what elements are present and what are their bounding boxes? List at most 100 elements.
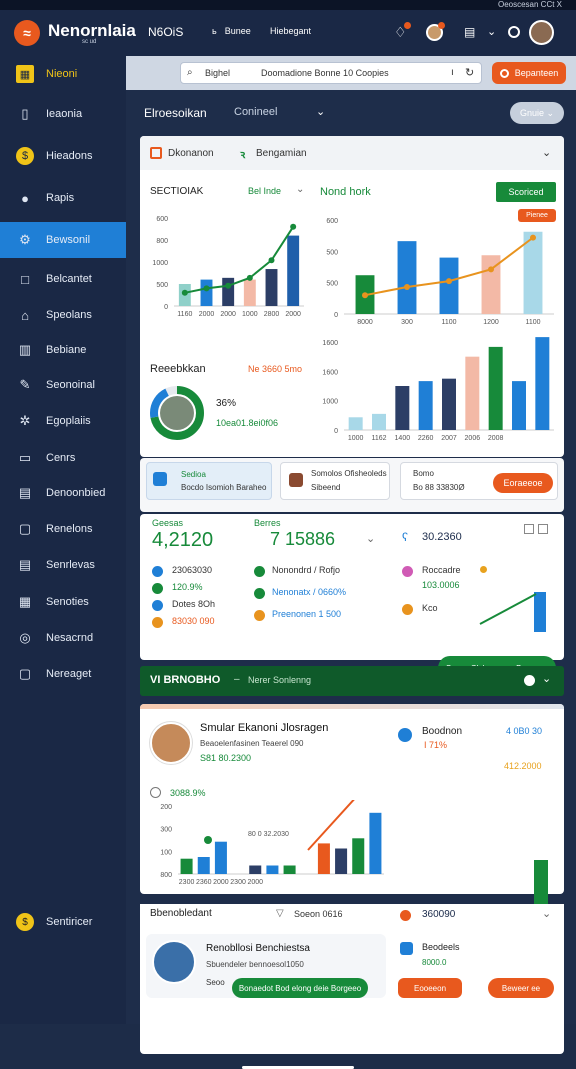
- sidebar-item[interactable]: ✎ Seonoinal: [0, 367, 126, 403]
- user-avatar[interactable]: [529, 20, 554, 45]
- y-tick-label: 1000: [322, 399, 338, 406]
- chevron-down-icon[interactable]: ⌄: [542, 672, 551, 685]
- tab-1[interactable]: Dkonanon: [168, 148, 214, 159]
- topnav-item[interactable]: Hiebegant: [270, 26, 311, 36]
- window-icon[interactable]: [538, 524, 548, 534]
- list-item: 120.9%: [172, 582, 203, 592]
- sidebar-item[interactable]: ▥ Bebiane: [0, 332, 126, 368]
- info-icon: [150, 787, 161, 798]
- chevron-down-icon[interactable]: ⌄: [542, 907, 551, 920]
- trend-point: [181, 289, 188, 296]
- profile-avatar[interactable]: [150, 722, 192, 764]
- sidebar-item[interactable]: ✲ Egoplaiis: [0, 403, 126, 439]
- trend-point: [362, 292, 368, 299]
- sidebar-item[interactable]: ● Rapis: [0, 180, 126, 216]
- sidebar-item[interactable]: ▦ Senoties: [0, 584, 126, 620]
- sidebar-item[interactable]: ◎ Nesacrnd: [0, 620, 126, 656]
- window-icon[interactable]: [524, 524, 534, 534]
- page-subtitle: Conineel: [234, 106, 278, 118]
- sidebar-item[interactable]: ⌂ Speolans: [0, 297, 126, 333]
- toggle-icon[interactable]: [524, 675, 535, 686]
- status-text: Oeoscesan CCt X: [497, 0, 562, 9]
- bar: [369, 812, 382, 874]
- sidebar-item[interactable]: ⚙ Bewsonil: [0, 222, 126, 258]
- y-tick-label: 1600: [322, 340, 338, 347]
- x-tick-label: 2300: [179, 879, 195, 886]
- sidebar-item[interactable]: ▯ Ieaonia: [0, 96, 126, 132]
- search-action-button[interactable]: Bepanteen: [492, 62, 566, 84]
- sidebar-item[interactable]: □ Belcantet: [0, 261, 126, 297]
- chevron-down-icon[interactable]: ⌄: [316, 105, 325, 118]
- y-tick-label: 1000: [152, 260, 168, 267]
- bottom-button-1[interactable]: Eooeeon: [398, 978, 462, 998]
- y-tick-label: 600: [156, 216, 168, 223]
- info-card-button[interactable]: Eoraeeoe: [493, 473, 553, 493]
- app-subname: sc ud: [82, 39, 97, 45]
- sidebar-bottom-item[interactable]: $ Sentiricer: [0, 904, 126, 940]
- y-tick-label: 500: [156, 282, 168, 289]
- status-dot: [402, 566, 413, 577]
- app-logo-icon[interactable]: ≈: [14, 20, 40, 46]
- chart-a-chevron-icon[interactable]: ⌄: [296, 184, 304, 195]
- reload-icon[interactable]: ↻: [465, 66, 474, 79]
- grid-icon[interactable]: ▤: [464, 25, 475, 39]
- menu-icon: ▤: [18, 557, 32, 572]
- sidebar-item[interactable]: ▭ Cenrs: [0, 440, 126, 476]
- collapse-chevron-icon[interactable]: ⌄: [542, 146, 551, 159]
- barcode-icon: ▥: [18, 342, 32, 357]
- chevron-icon[interactable]: ⌄: [487, 25, 496, 38]
- bar: [180, 858, 193, 874]
- sidebar-item[interactable]: ▦ Nieoni: [0, 56, 126, 92]
- sidebar-item[interactable]: ▢ Nereaget: [0, 656, 126, 692]
- bottom-button-2[interactable]: Beweer ee: [488, 978, 554, 998]
- info-card[interactable]: Sedioa Bocdo Isomioh Baraheo: [146, 462, 272, 500]
- bar: [214, 841, 227, 874]
- trend-point: [246, 274, 253, 281]
- status-bar: Oeoscesan CCt X: [0, 0, 576, 10]
- status-dot: [480, 566, 487, 573]
- stats-chevron-icon[interactable]: ⌄: [366, 532, 375, 545]
- sidebar-item[interactable]: $ Hieadons: [0, 138, 126, 174]
- sidebar-item-label: Speolans: [46, 309, 92, 321]
- chart-b-button[interactable]: Scoriced: [496, 182, 556, 202]
- sidebar-item-label: Egoplaiis: [46, 415, 91, 427]
- stat-value: 30.2360: [422, 531, 462, 543]
- sidebar-item[interactable]: ▤ Denoonbied: [0, 475, 126, 511]
- trend-point: [530, 234, 536, 241]
- right-stat-value: 4 0B0 30: [506, 726, 543, 736]
- header-button[interactable]: Gnuie ⌄: [510, 102, 564, 124]
- bar: [249, 865, 262, 874]
- bottom-value: 360090: [422, 909, 456, 920]
- sidebar-item-label: Belcantet: [46, 273, 92, 285]
- y-tick-label: 0: [334, 428, 338, 435]
- info-card-sub: Bocdo Isomioh Baraheo: [181, 483, 267, 492]
- search-query: Doomadione Bonne 10 Coopies: [261, 68, 389, 78]
- accent-strip: [140, 704, 564, 709]
- card-icon: ▭: [18, 450, 32, 465]
- sidebar-item[interactable]: ▤ Senrlevas: [0, 547, 126, 583]
- topnav-item[interactable]: ь Bunee: [212, 26, 251, 36]
- section-title: VI BRNOBHO: [150, 674, 221, 686]
- list-icon: ▢: [18, 521, 32, 536]
- x-tick-label: 1100: [525, 319, 540, 326]
- search-input[interactable]: ⌕ Bighel Doomadione Bonne 10 Coopies ı ↻: [180, 62, 482, 84]
- trend-point: [290, 223, 297, 230]
- bottom-green-button[interactable]: Bonaedot Bod elong deie Borgeeo: [232, 978, 368, 998]
- circle-icon[interactable]: [508, 26, 520, 38]
- info-card[interactable]: Somolos Ofisheoleds Sibeend: [280, 462, 390, 500]
- info-card[interactable]: Bomo Bo 88 33830Ø Eoraeeoe: [400, 462, 558, 500]
- profile-sub: Beaoelenfasinen Teaerel 090: [200, 739, 304, 748]
- stat-value: 4,2120: [152, 529, 214, 551]
- bar: [372, 413, 386, 430]
- sidebar-item-label: Bewsonil: [46, 234, 91, 246]
- stat-label: Berres: [254, 518, 281, 528]
- trend-point: [488, 266, 494, 273]
- sidebar-item[interactable]: ▢ Renelons: [0, 511, 126, 547]
- profile-card: Smular Ekanoni Jlosragen Beaoelenfasinen…: [140, 704, 564, 921]
- person-sub: Sbuendeler bennoesol1050: [206, 960, 304, 969]
- user-icon: ●: [21, 190, 29, 206]
- tab-2[interactable]: Bengamian: [256, 148, 307, 159]
- x-tick-label: 2300: [230, 879, 246, 886]
- tool-icon: ʕ: [402, 530, 408, 544]
- refresh-icon[interactable]: ı: [451, 67, 454, 78]
